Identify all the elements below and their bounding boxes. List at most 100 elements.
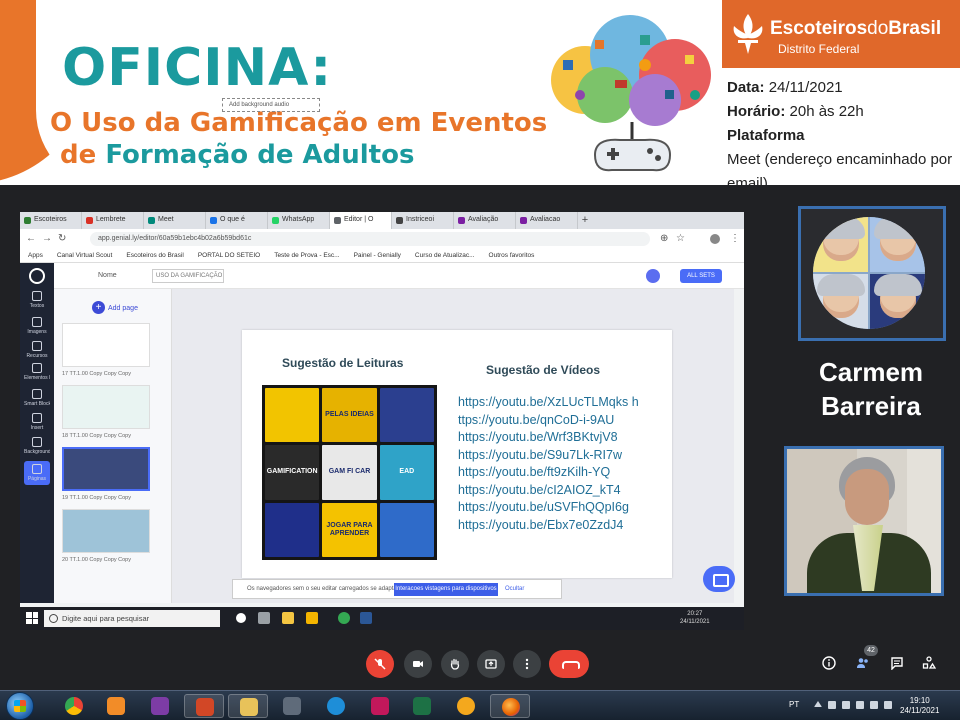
bookmark-item[interactable]: Canal Virtual Scout: [49, 249, 119, 259]
forward-icon[interactable]: →: [42, 233, 52, 244]
folder-icon[interactable]: [306, 612, 318, 624]
more-options-button[interactable]: [513, 650, 541, 678]
url-input[interactable]: app.genial.ly/editor/60a59b1ebc4b02a6b59…: [90, 232, 650, 246]
rail-item[interactable]: Elementos Interativos: [24, 363, 50, 381]
notification-action-button[interactable]: Interacoes vistagens para dispositivos: [394, 583, 498, 596]
taskbar-media-player[interactable]: [96, 694, 136, 718]
chat-bubble-icon[interactable]: [890, 656, 904, 670]
book-cover: [265, 502, 320, 557]
browser-tab[interactable]: WhatsApp: [268, 212, 330, 229]
word-icon[interactable]: [360, 612, 372, 624]
taskbar-acrobat[interactable]: [360, 694, 400, 718]
mic-off-button[interactable]: [366, 650, 394, 678]
leave-call-button[interactable]: [549, 650, 589, 678]
taskbar-onenote[interactable]: [140, 694, 180, 718]
taskbar-chrome[interactable]: [54, 694, 94, 718]
back-icon[interactable]: ←: [26, 233, 36, 244]
rail-item[interactable]: Páginas: [24, 461, 50, 485]
zoom-icon[interactable]: ⊕: [660, 233, 668, 244]
page-thumbnail-selected[interactable]: [62, 447, 150, 491]
page-thumbnail[interactable]: [62, 509, 150, 553]
taskbar-compass[interactable]: [446, 694, 486, 718]
windows-start-icon[interactable]: [26, 612, 38, 624]
add-background-audio-button[interactable]: Add background audio: [222, 98, 320, 112]
video-link[interactable]: https://youtu.be/ft9zKilh-YQ: [458, 464, 639, 482]
video-link[interactable]: https://youtu.be/Ebx7e0ZzdJ4: [458, 517, 639, 535]
menu-icon[interactable]: ⋮: [730, 233, 740, 244]
taskbar-excel[interactable]: [402, 694, 442, 718]
battery-icon[interactable]: [856, 701, 864, 709]
meet-screenshot: OFICINA: O Uso da Gamificação em Eventos…: [0, 0, 960, 720]
reload-icon[interactable]: ↻: [58, 233, 66, 244]
page-thumbnail[interactable]: [62, 385, 150, 429]
network-icon[interactable]: [828, 701, 836, 709]
org-header: EscoteirosdoBrasil Distrito Federal: [722, 0, 960, 68]
star-icon[interactable]: ☆: [676, 233, 685, 244]
flag-icon[interactable]: [842, 701, 850, 709]
browser-tab[interactable]: Avaliacao: [516, 212, 578, 229]
notification-dismiss-link[interactable]: Ocultar: [505, 586, 524, 592]
browser-tab[interactable]: Escoteiros: [20, 212, 82, 229]
chat-icon[interactable]: [703, 566, 735, 592]
rail-item[interactable]: Recursos: [24, 341, 50, 359]
language-indicator[interactable]: PT: [789, 700, 799, 709]
bookmark-item[interactable]: Escoteiros do Brasil: [118, 249, 189, 259]
video-link[interactable]: https://youtu.be/XzLUcTLMqks h: [458, 394, 639, 412]
volume-icon[interactable]: [884, 701, 892, 709]
new-tab-button[interactable]: +: [578, 212, 592, 229]
taskbar-edge[interactable]: [316, 694, 356, 718]
rail-item[interactable]: Insert: [24, 413, 50, 431]
show-hidden-icons-icon[interactable]: [814, 701, 822, 707]
video-link[interactable]: https://youtu.be/Wrf3BKtvjV8: [458, 429, 639, 447]
browser-tab[interactable]: Lembrete: [82, 212, 144, 229]
taskbar-clock[interactable]: 19:10 24/11/2021: [900, 696, 939, 716]
taskbar-explorer[interactable]: [228, 694, 268, 718]
user-avatar[interactable]: [646, 269, 660, 283]
bookmark-item[interactable]: Outros favoritos: [481, 249, 541, 259]
page-thumbnail[interactable]: [62, 323, 150, 367]
signal-icon[interactable]: [870, 701, 878, 709]
present-button[interactable]: [477, 650, 505, 678]
taskbar-powerpoint[interactable]: [184, 694, 224, 718]
taskbar-movie-maker[interactable]: [272, 694, 312, 718]
profile-avatar[interactable]: [710, 234, 720, 244]
browser-tab[interactable]: Editor | O: [330, 212, 392, 229]
browser-tab[interactable]: O que é: [206, 212, 268, 229]
browser-tab[interactable]: Meet: [144, 212, 206, 229]
camera-button[interactable]: [404, 650, 432, 678]
activities-icon[interactable]: [922, 656, 936, 670]
info-icon[interactable]: [822, 656, 836, 670]
browser-tab[interactable]: Avaliação: [454, 212, 516, 229]
people-icon[interactable]: [856, 656, 870, 670]
windows-taskbar: PT 19:10 24/11/2021: [0, 690, 960, 720]
event-platform-value: Meet (endereço encaminhado por email): [727, 151, 953, 185]
rail-item[interactable]: Imagens: [24, 317, 50, 335]
bookmark-item[interactable]: Apps: [20, 249, 49, 259]
raise-hand-button[interactable]: [441, 650, 469, 678]
taskbar-search-input[interactable]: Digite aqui para pesquisar: [44, 610, 220, 627]
participant-tile-avatar[interactable]: [798, 206, 946, 341]
publish-button[interactable]: ALL SETS: [680, 269, 722, 283]
file-explorer-icon[interactable]: [282, 612, 294, 624]
video-link[interactable]: https://youtu.be/uSVFhQQpI6g: [458, 499, 639, 517]
participant-tile-camera[interactable]: [784, 446, 944, 596]
bookmark-item[interactable]: PORTAL DO SETEIO: [190, 249, 266, 259]
rail-item[interactable]: Textos: [24, 291, 50, 309]
bookmark-item[interactable]: Teste de Prova - Esc...: [266, 249, 345, 259]
browser-tab[interactable]: Instriceoi: [392, 212, 454, 229]
add-page-button[interactable]: + Add page: [92, 301, 138, 314]
cortana-icon[interactable]: [236, 613, 246, 623]
video-link[interactable]: https://youtu.be/cI2AIOZ_kT4: [458, 482, 639, 500]
rail-item-icon: [32, 464, 42, 474]
chrome-icon[interactable]: [338, 612, 350, 624]
windows-start-orb[interactable]: [6, 692, 34, 720]
bookmark-item[interactable]: Painel - Genially: [346, 249, 407, 259]
rail-item[interactable]: Smart Blocks: [24, 389, 50, 407]
taskbar-firefox[interactable]: [490, 694, 530, 718]
rail-item[interactable]: Background: [24, 437, 50, 455]
bookmark-item[interactable]: Curso de Atualizac...: [407, 249, 481, 259]
video-link[interactable]: ttps://youtu.be/qnCoD-i-9AU: [458, 412, 639, 430]
doc-name-input[interactable]: USO DA GAMIFICAÇÃO E: [152, 269, 224, 283]
video-link[interactable]: https://youtu.be/S9u7Lk-RI7w: [458, 447, 639, 465]
task-view-icon[interactable]: [258, 612, 270, 624]
